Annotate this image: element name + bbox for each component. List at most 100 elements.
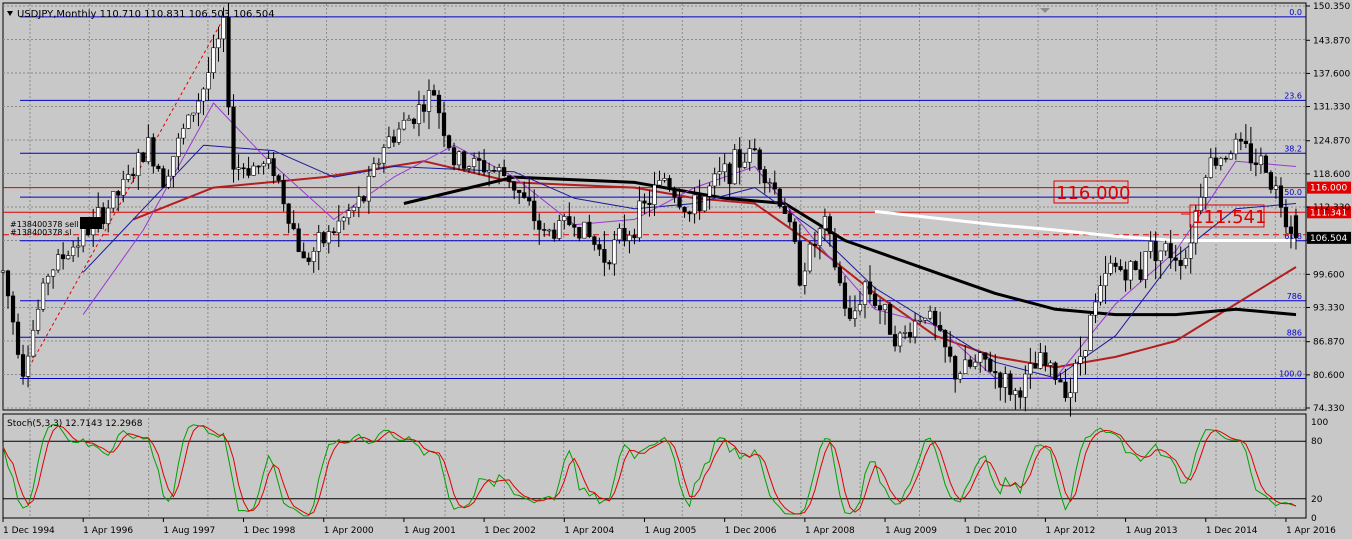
candle xyxy=(968,356,973,369)
candle-body xyxy=(20,354,26,377)
annotation-116[interactable]: 116.000 xyxy=(1053,180,1130,204)
candle-body xyxy=(56,254,61,271)
candle-body xyxy=(907,332,913,338)
candle xyxy=(30,320,36,359)
candle-body xyxy=(361,196,366,202)
candle xyxy=(161,165,166,188)
candle xyxy=(391,129,397,147)
candle-body xyxy=(1073,363,1078,394)
candle xyxy=(1103,256,1108,304)
candle-body xyxy=(181,128,186,139)
fib-label: 23.6 xyxy=(1284,91,1302,100)
candle xyxy=(607,260,612,270)
moving-average-line xyxy=(82,144,1297,379)
candle-body xyxy=(291,223,296,230)
stoch-tick-label: 20 xyxy=(1311,495,1323,505)
moving-average-line xyxy=(403,175,1297,317)
candle-body xyxy=(301,251,306,259)
candle-body xyxy=(261,163,266,167)
candle xyxy=(757,147,762,185)
candle-body xyxy=(1013,390,1018,395)
candle-body xyxy=(717,171,722,175)
annotation-111[interactable]: 111.541 xyxy=(1181,204,1266,228)
price-axis[interactable]: 150.350 143.870 137.600 131.330 124.870 118.6… xyxy=(1306,2,1351,524)
candle-body xyxy=(502,167,507,176)
time-axis[interactable]: 1 Dec 1994 1 Apr 1996 1 Aug 1997 1 Dec 1998… xyxy=(2,518,1336,536)
candle-body xyxy=(672,189,677,198)
candle xyxy=(196,93,201,127)
shift-marker-icon[interactable] xyxy=(1040,8,1050,13)
candle xyxy=(181,123,186,145)
candle xyxy=(1228,150,1233,160)
candle xyxy=(667,175,672,192)
candle xyxy=(632,228,637,245)
candle-body xyxy=(401,119,407,130)
candle-body xyxy=(953,356,958,380)
candle-body xyxy=(482,160,487,173)
candle xyxy=(211,34,216,79)
candle xyxy=(862,280,868,319)
candle xyxy=(998,371,1003,401)
candle-body xyxy=(1168,243,1173,259)
candle-body xyxy=(471,158,477,167)
candle xyxy=(502,159,507,177)
time-tick-label: 1 Dec 1994 xyxy=(3,526,55,536)
candle-body xyxy=(492,170,497,172)
candle-body xyxy=(1123,269,1128,281)
candle xyxy=(1023,365,1028,412)
candle-body xyxy=(1153,241,1158,262)
candle xyxy=(802,262,807,295)
candle-body xyxy=(1213,157,1218,166)
candle-body xyxy=(196,100,201,114)
candle-body xyxy=(792,221,797,242)
candle-body xyxy=(1118,266,1123,271)
candle-body xyxy=(1158,250,1163,262)
candle-body xyxy=(351,206,356,211)
candle-body xyxy=(1113,262,1118,267)
candle xyxy=(1163,240,1168,256)
time-tick-label: 1 Apr 2012 xyxy=(1045,526,1095,536)
candle-body xyxy=(146,137,151,162)
stoch-panel[interactable] xyxy=(2,413,1307,519)
chart-window[interactable]: 0.023.638.250.061.8786886100.0 116.00011… xyxy=(0,0,1352,539)
candle xyxy=(887,301,893,335)
candle xyxy=(1128,260,1133,290)
candle xyxy=(1288,215,1294,249)
fib-label: 50.0 xyxy=(1284,188,1302,197)
price-tick-label: 137.600 xyxy=(1313,69,1350,79)
candle xyxy=(1113,257,1118,273)
candle-body xyxy=(1143,251,1148,280)
candle xyxy=(948,331,953,363)
candle-body xyxy=(963,359,968,374)
candle-body xyxy=(1233,138,1238,155)
candle-body xyxy=(682,206,687,213)
candle xyxy=(612,230,617,276)
candle-body xyxy=(712,173,717,187)
candle-body xyxy=(336,220,341,234)
candle-body xyxy=(562,216,567,221)
order-marker[interactable] xyxy=(80,217,102,229)
candle xyxy=(897,331,903,353)
candle-body xyxy=(687,211,692,215)
candle-body xyxy=(1248,143,1253,164)
candle xyxy=(727,161,732,198)
candle-body xyxy=(176,137,181,157)
candle-body xyxy=(747,148,752,163)
candle-body xyxy=(862,281,868,305)
candle xyxy=(241,163,246,179)
candle-body xyxy=(507,175,512,182)
triangle-down-icon[interactable] xyxy=(7,11,13,16)
candle-body xyxy=(1028,363,1033,375)
candle-body xyxy=(106,207,111,224)
candle xyxy=(146,124,151,164)
candle xyxy=(717,157,722,186)
candle-body xyxy=(466,166,472,169)
candle-body xyxy=(727,163,732,185)
candle-body xyxy=(391,136,397,143)
candle-body xyxy=(542,229,547,231)
price-tick-label: 143.870 xyxy=(1313,36,1350,46)
candle xyxy=(1188,224,1193,274)
candle-body xyxy=(983,352,988,360)
candle-body xyxy=(266,158,271,165)
candle-body xyxy=(1183,258,1188,266)
